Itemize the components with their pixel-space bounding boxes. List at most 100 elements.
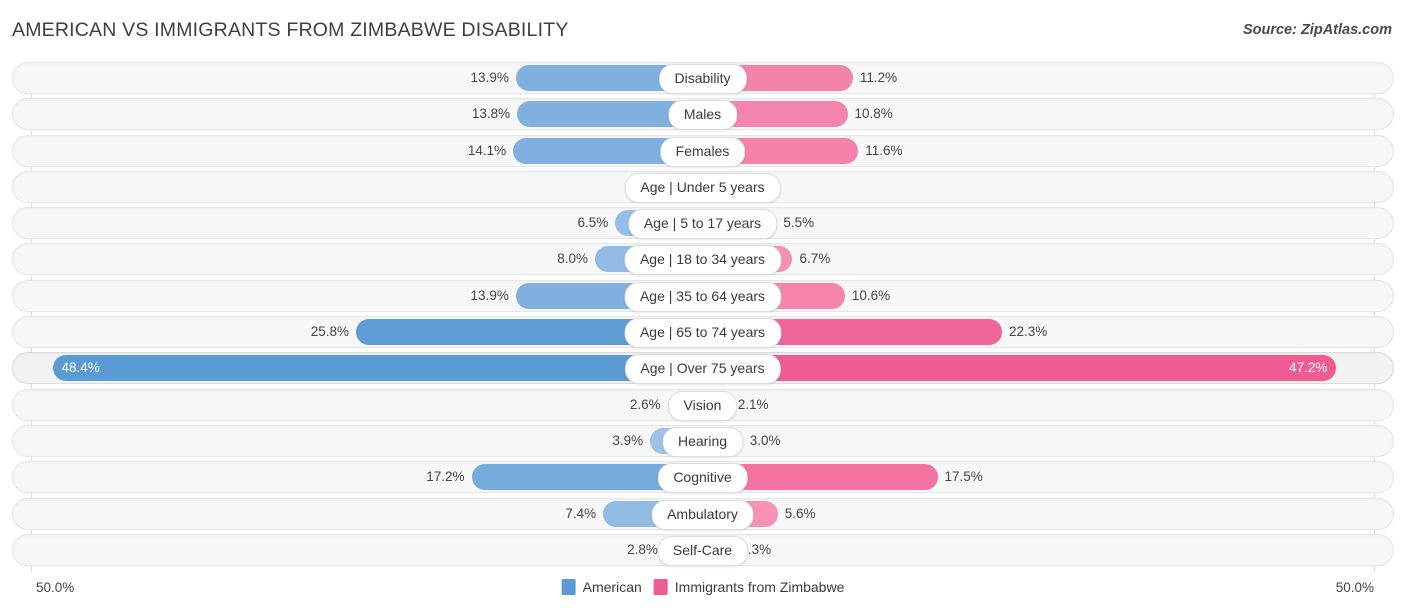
row-band: 3.9% 3.0% Hearing bbox=[31, 425, 1374, 457]
bar-value-immigrants: 3.0% bbox=[749, 432, 781, 448]
row-half-american: 13.8% bbox=[31, 101, 703, 128]
bar-value-american: 3.9% bbox=[612, 432, 644, 448]
row-half-american: 48.4% bbox=[31, 355, 703, 382]
chart-row: 25.8% 22.3% Age | 65 to 74 years bbox=[0, 316, 1406, 349]
chart-legend: American Immigrants from Zimbabwe bbox=[561, 579, 845, 595]
row-band: 8.0% 6.7% Age | 18 to 34 years bbox=[31, 243, 1375, 276]
row-half-american: 6.5% bbox=[31, 210, 703, 237]
row-half-immigrants: 1.2% bbox=[702, 173, 1375, 200]
bar-value-immigrants: 11.6% bbox=[865, 142, 903, 158]
row-band: 13.9% 10.6% Age | 35 to 64 years bbox=[31, 280, 1374, 312]
bar-value-american: 6.5% bbox=[577, 215, 609, 231]
bar-value-american: 13.9% bbox=[470, 287, 509, 303]
row-band: 13.9% 11.2% Disability bbox=[31, 62, 1374, 94]
chart-row: 6.5% 5.5% Age | 5 to 17 years bbox=[0, 207, 1406, 240]
row-band: 25.8% 22.3% Age | 65 to 74 years bbox=[31, 316, 1374, 349]
chart-footer: 50.0% American Immigrants from Zimbabwe 5… bbox=[0, 572, 1406, 612]
bar-value-immigrants: 10.6% bbox=[851, 287, 891, 303]
row-category-label: Age | 35 to 64 years bbox=[623, 281, 782, 312]
bar-value-american: 13.9% bbox=[470, 70, 509, 85]
legend-item[interactable]: Immigrants from Zimbabwe bbox=[653, 579, 845, 595]
row-category-label: Age | 5 to 17 years bbox=[627, 209, 778, 240]
bar-value-immigrants: 5.6% bbox=[784, 505, 816, 521]
bar-american: 48.4% bbox=[52, 355, 703, 382]
bar-value-american: 48.4% bbox=[61, 360, 100, 376]
chart-row: 7.4% 5.6% Ambulatory bbox=[0, 497, 1406, 530]
legend-label: Immigrants from Zimbabwe bbox=[674, 579, 845, 595]
bar-value-american: 25.8% bbox=[310, 324, 350, 340]
legend-label: American bbox=[582, 579, 642, 595]
row-half-immigrants: 10.8% bbox=[702, 101, 1375, 128]
row-half-immigrants: 17.5% bbox=[702, 464, 1375, 491]
page-title: AMERICAN VS IMMIGRANTS FROM ZIMBABWE DIS… bbox=[12, 19, 569, 41]
bar-value-immigrants: 22.3% bbox=[1008, 324, 1048, 340]
chart-row: 2.8% 2.3% Self-Care bbox=[0, 533, 1406, 566]
row-half-immigrants: 5.5% bbox=[702, 210, 1375, 237]
row-band: 1.9%1.2%Age | Under 5 years bbox=[31, 171, 1374, 203]
chart-row: 8.0% 6.7% Age | 18 to 34 years bbox=[0, 243, 1406, 276]
row-half-immigrants: 3.0% bbox=[702, 427, 1375, 454]
chart-row: 13.8% 10.8% Males bbox=[0, 98, 1406, 131]
bar-value-immigrants: 5.5% bbox=[783, 215, 815, 231]
bar-value-american: 17.2% bbox=[426, 469, 465, 485]
row-half-american: 13.9% bbox=[31, 65, 703, 91]
bar-immigrants: 47.2% bbox=[702, 355, 1337, 382]
bar-value-american: 2.8% bbox=[627, 541, 658, 557]
bar-value-american: 14.1% bbox=[467, 142, 507, 158]
row-category-label: Ambulatory bbox=[651, 499, 754, 530]
legend-item[interactable]: American bbox=[561, 579, 642, 595]
row-category-label: Females bbox=[659, 136, 746, 167]
axis-label-right: 50.0% bbox=[1335, 580, 1374, 595]
chart-header: AMERICAN VS IMMIGRANTS FROM ZIMBABWE DIS… bbox=[0, 0, 1406, 58]
bar-value-american: 8.0% bbox=[557, 251, 589, 267]
chart-rows: 13.9% 11.2% Disability 13.8% 10.8% Males 14.1%… bbox=[0, 62, 1406, 570]
bar-value-american: 13.8% bbox=[471, 106, 511, 122]
row-category-label: Age | Under 5 years bbox=[624, 172, 781, 203]
row-half-immigrants: 5.6% bbox=[702, 500, 1375, 527]
source-attribution: Source: ZipAtlas.com bbox=[1242, 22, 1392, 38]
row-half-american: 13.9% bbox=[31, 282, 703, 309]
row-category-label: Age | 18 to 34 years bbox=[623, 245, 782, 276]
row-category-label: Age | Over 75 years bbox=[624, 354, 781, 385]
bar-value-american: 2.6% bbox=[629, 396, 661, 412]
chart-row: 13.9% 10.6% Age | 35 to 64 years bbox=[0, 279, 1406, 312]
row-band: 14.1% 11.6% Females bbox=[31, 135, 1374, 167]
chart-row: 48.4% 47.2% Age | Over 75 years bbox=[0, 352, 1406, 385]
chart-row: 14.1% 11.6% Females bbox=[0, 134, 1406, 167]
row-category-label: Males bbox=[667, 100, 738, 131]
row-half-immigrants: 2.3% bbox=[702, 536, 1375, 563]
row-category-label: Age | 65 to 74 years bbox=[623, 318, 782, 349]
chart-plot-area: 13.9% 11.2% Disability 13.8% 10.8% Males 14.1%… bbox=[0, 62, 1406, 572]
chart-row: 17.2% 17.5% Cognitive bbox=[0, 461, 1406, 494]
row-half-american: 7.4% bbox=[31, 500, 703, 527]
row-half-american: 2.6% bbox=[31, 391, 703, 418]
row-half-immigrants: 2.1% bbox=[702, 391, 1375, 418]
chart-row: 13.9% 11.2% Disability bbox=[0, 62, 1406, 94]
legend-swatch-icon bbox=[561, 579, 576, 595]
row-half-american: 14.1% bbox=[31, 137, 703, 164]
row-half-immigrants: 10.6% bbox=[702, 282, 1375, 309]
row-half-american: 3.9% bbox=[31, 427, 703, 454]
row-band: 6.5% 5.5% Age | 5 to 17 years bbox=[31, 207, 1375, 240]
bar-value-american: 7.4% bbox=[565, 505, 597, 521]
row-category-label: Hearing bbox=[661, 426, 744, 457]
legend-swatch-icon bbox=[653, 579, 668, 595]
row-band: 2.6% 2.1% Vision bbox=[31, 389, 1374, 421]
row-category-label: Vision bbox=[667, 390, 738, 421]
bar-value-immigrants: 17.5% bbox=[944, 469, 983, 485]
row-band: 13.8% 10.8% Males bbox=[31, 98, 1375, 131]
chart-row: 3.9% 3.0% Hearing bbox=[0, 424, 1406, 457]
bar-value-immigrants: 11.2% bbox=[859, 70, 898, 85]
row-half-american: 25.8% bbox=[31, 319, 703, 346]
row-band: 2.8% 2.3% Self-Care bbox=[31, 534, 1374, 566]
axis-label-left: 50.0% bbox=[36, 580, 75, 595]
row-band: 7.4% 5.6% Ambulatory bbox=[31, 498, 1374, 530]
chart-row: 1.9%1.2%Age | Under 5 years bbox=[0, 170, 1406, 203]
row-half-immigrants: 6.7% bbox=[702, 246, 1375, 273]
row-category-label: Cognitive bbox=[657, 463, 748, 494]
row-half-immigrants: 11.6% bbox=[702, 137, 1375, 164]
row-band: 48.4% 47.2% Age | Over 75 years bbox=[31, 352, 1374, 385]
bar-value-immigrants: 2.1% bbox=[737, 396, 769, 412]
row-half-american: 8.0% bbox=[31, 246, 703, 273]
row-half-american: 17.2% bbox=[31, 464, 703, 491]
